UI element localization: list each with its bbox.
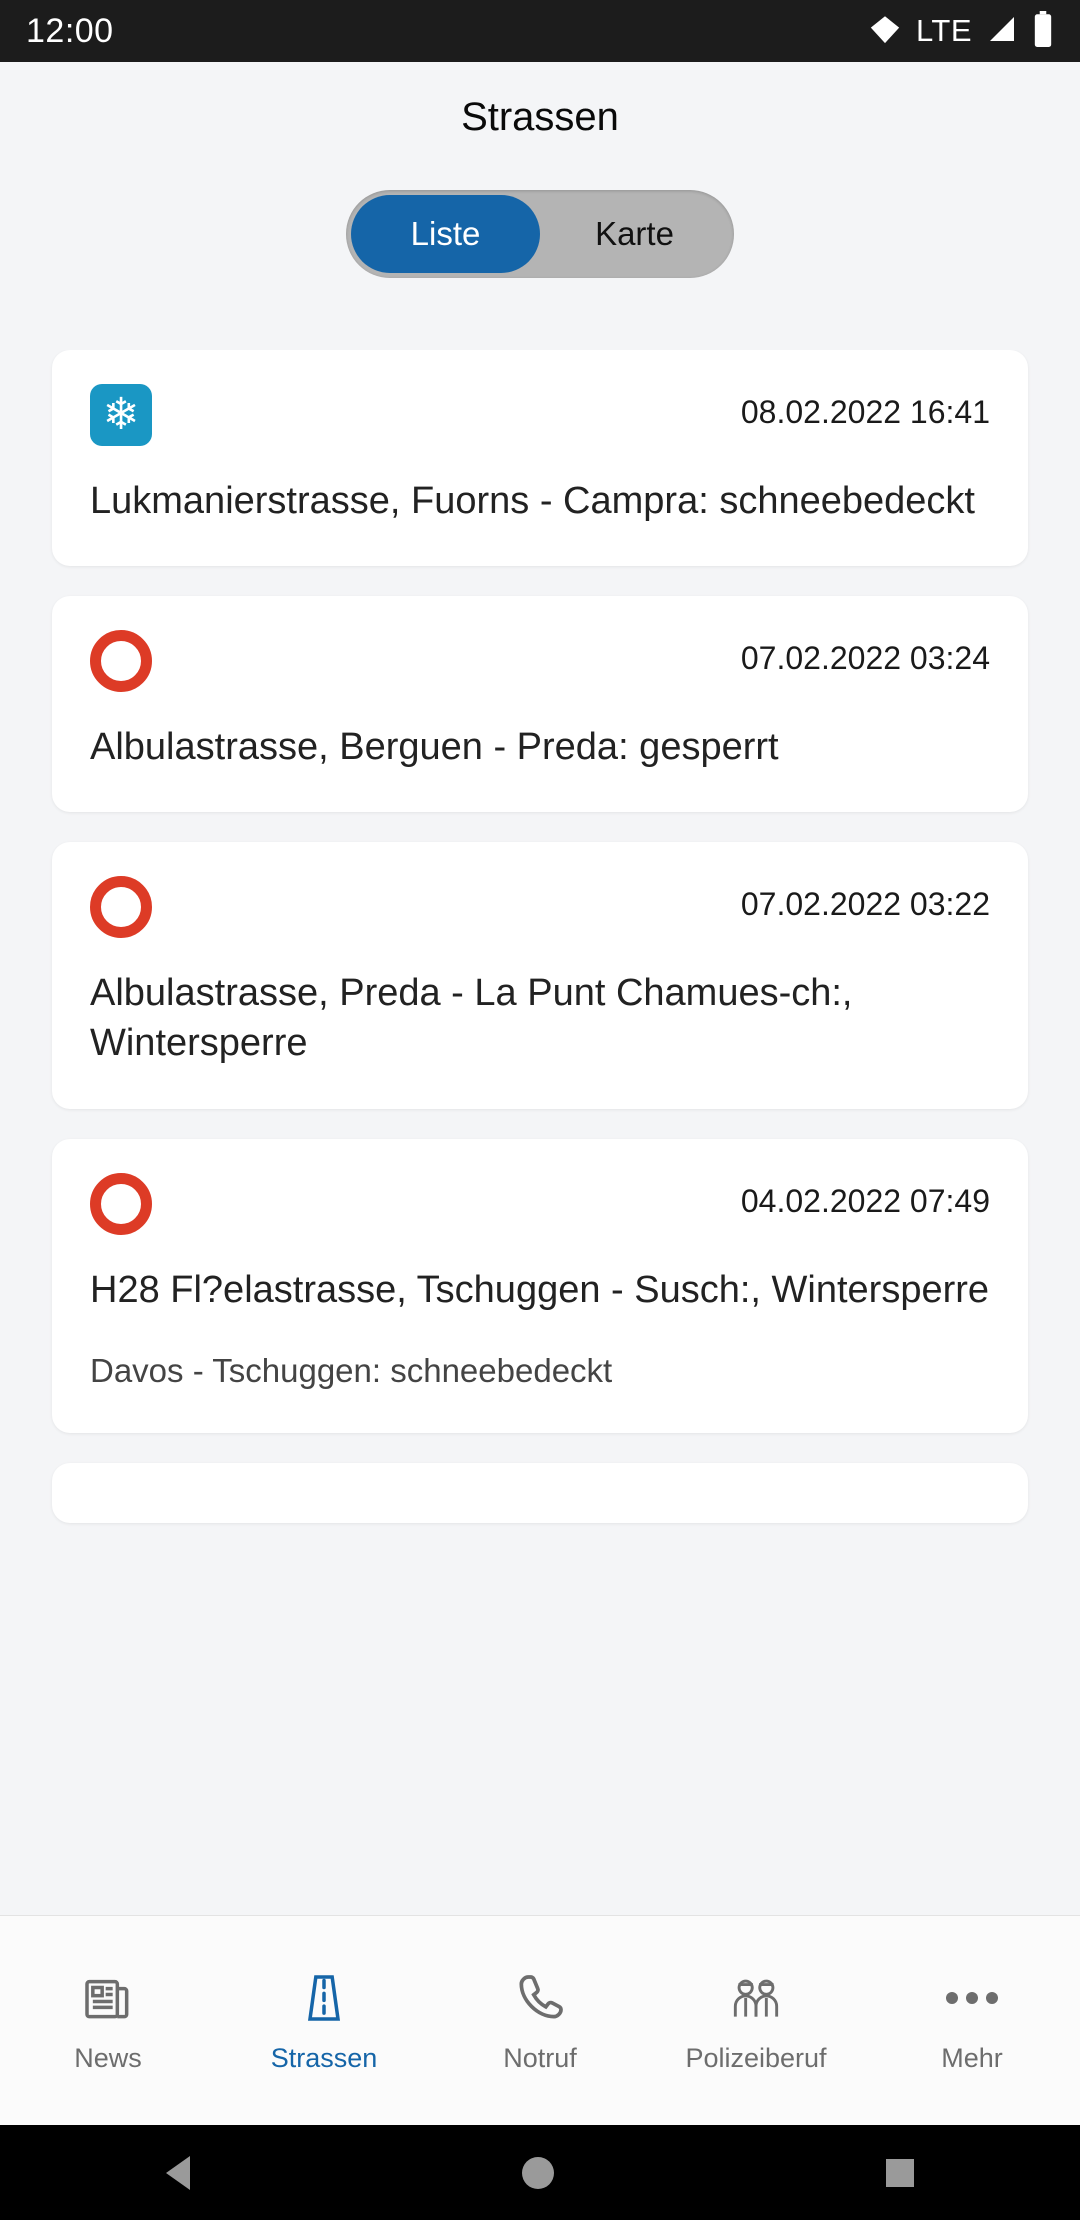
view-toggle-container: Liste Karte [0, 172, 1080, 278]
nav-item-news[interactable]: News [0, 1967, 216, 2074]
tab-liste[interactable]: Liste [351, 195, 540, 273]
card-timestamp: 08.02.2022 16:41 [740, 394, 990, 430]
card-header: 07.02.2022 03:22 [90, 876, 990, 946]
nav-item-polizeiberuf[interactable]: Polizeiberuf [648, 1967, 864, 2074]
card-timestamp: 04.02.2022 07:49 [740, 1182, 990, 1219]
card-title: Albulastrasse, Berguen - Preda: gesperrt [90, 726, 779, 769]
card-title: H28 Fl?elastrasse, Tschuggen - Susch:, W… [90, 1268, 990, 1311]
wifi-icon [868, 12, 902, 51]
nav-item-mehr[interactable]: Mehr [864, 1967, 1080, 2074]
nav-item-strassen[interactable]: Strassen [216, 1967, 432, 2074]
road-closed-icon [90, 630, 152, 693]
card-header: 04.02.2022 07:49 [90, 1172, 990, 1243]
more-dots-icon [942, 1967, 1002, 2029]
list-item[interactable]: 07.02.2022 03:24 Albulastrasse, Berguen … [52, 596, 1028, 813]
list-item[interactable]: 04.02.2022 07:49 H28 Fl?elastrasse, Tsch… [52, 1138, 1028, 1434]
android-navigation-bar [0, 2125, 1080, 2220]
list-item[interactable] [52, 1463, 1028, 1524]
status-bar: 12:00 LTE [0, 0, 1080, 62]
nav-label: Polizeiberuf [685, 2043, 827, 2073]
phone-icon [512, 1967, 568, 2029]
view-segmented-control[interactable]: Liste Karte [346, 190, 734, 278]
card-title: Lukmanierstrasse, Fuorns - Campra: schne… [90, 480, 975, 522]
card-header: ❄ 08.02.2022 16:41 [90, 384, 990, 454]
app-header: Strassen [0, 62, 1080, 172]
card-subtitle: Davos - Tschuggen: schneebedeckt [90, 1351, 613, 1389]
snowflake-icon: ❄ [90, 384, 152, 446]
page-title: Strassen [461, 94, 619, 139]
nav-label: Strassen [270, 2043, 378, 2073]
nav-label: Notruf [503, 2043, 577, 2073]
police-officers-icon [725, 1967, 787, 2029]
road-closed-icon [90, 1172, 152, 1235]
nav-label: News [74, 2043, 142, 2073]
tab-karte[interactable]: Karte [540, 195, 729, 273]
card-title: Albulastrasse, Preda - La Punt Chamues-c… [90, 972, 853, 1065]
card-timestamp: 07.02.2022 03:22 [740, 886, 990, 923]
status-bar-clock: 12:00 [26, 11, 114, 50]
bottom-navigation: News Strassen Notruf Polizeiberuf Mehr [0, 1915, 1080, 2125]
recents-icon[interactable] [886, 2158, 914, 2187]
home-icon[interactable] [522, 2156, 554, 2189]
status-bar-indicators: LTE [868, 10, 1054, 52]
network-type-label: LTE [915, 13, 972, 48]
battery-icon [1032, 10, 1054, 52]
back-icon[interactable] [166, 2155, 190, 2190]
nav-item-notruf[interactable]: Notruf [432, 1967, 648, 2074]
list-item[interactable]: ❄ 08.02.2022 16:41 Lukmanierstrasse, Fuo… [52, 350, 1028, 567]
newspaper-icon [80, 1967, 136, 2029]
road-condition-list[interactable]: ❄ 08.02.2022 16:41 Lukmanierstrasse, Fuo… [0, 350, 1080, 1915]
list-item[interactable]: 07.02.2022 03:22 Albulastrasse, Preda - … [52, 842, 1028, 1109]
road-icon [296, 1967, 352, 2029]
card-header: 07.02.2022 03:24 [90, 630, 990, 700]
signal-icon [986, 13, 1018, 50]
nav-label: Mehr [941, 2043, 1003, 2073]
road-closed-icon [90, 876, 152, 939]
card-timestamp: 07.02.2022 03:24 [740, 640, 990, 677]
